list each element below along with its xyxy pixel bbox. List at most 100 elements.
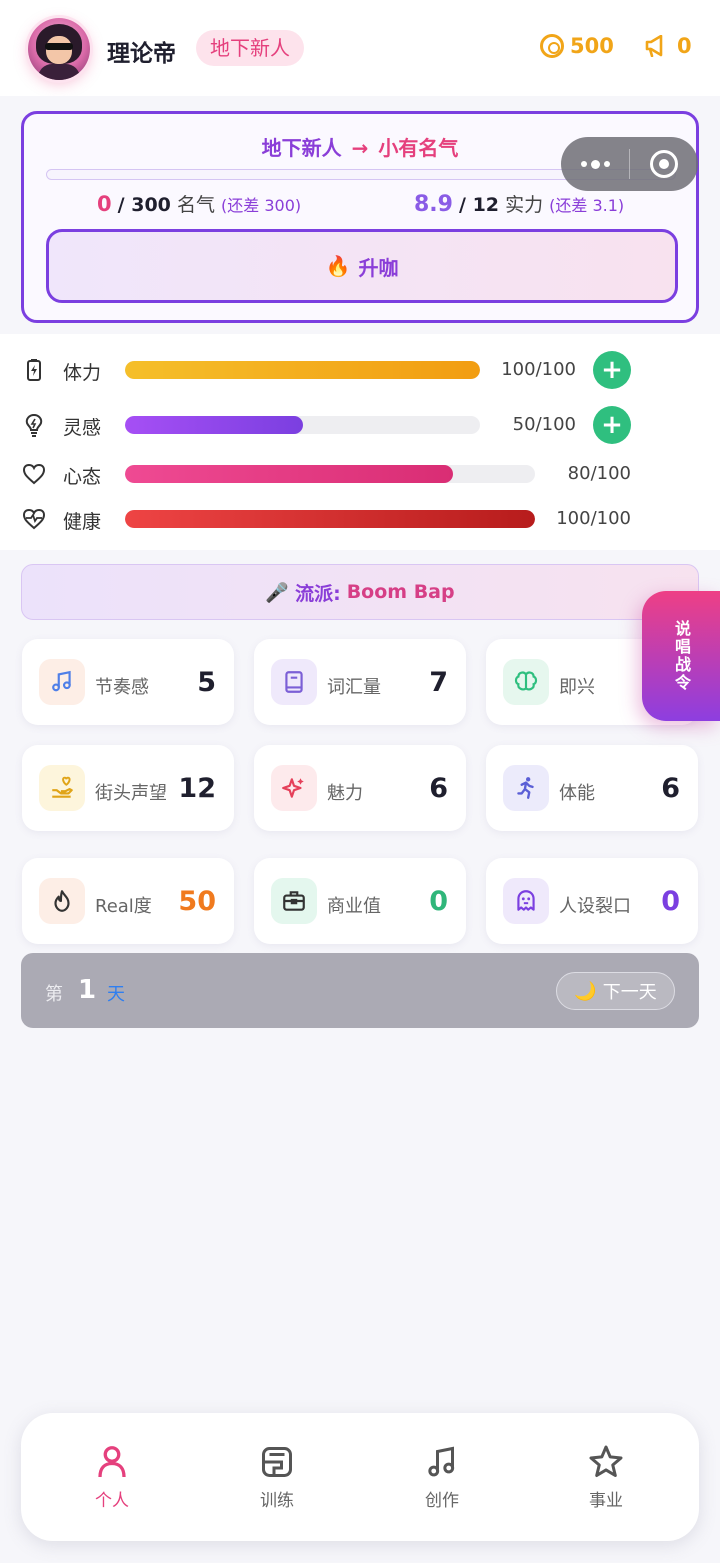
attribute-label: Real度	[95, 896, 152, 917]
attribute-value: 7	[429, 667, 448, 698]
next-rank: 小有名气	[378, 136, 459, 160]
player-name: 理论帝	[107, 41, 176, 67]
nav-label: 创作	[425, 1490, 459, 1511]
attribute-card[interactable]: 人设裂口 0	[486, 858, 698, 944]
star-icon	[589, 1445, 623, 1477]
person-icon	[98, 1445, 126, 1477]
vital-bar	[125, 510, 535, 528]
nav-label: 训练	[260, 1490, 294, 1511]
music-note-icon	[39, 659, 85, 705]
heartbeat-icon	[22, 508, 46, 530]
coin-count: 500	[570, 34, 614, 58]
vital-row: 健康 100/100	[0, 499, 720, 539]
power-total: / 12	[459, 194, 500, 216]
vital-value: 80/100	[567, 463, 631, 484]
vital-value: 50/100	[512, 414, 576, 435]
vitals-panel: 体力 100/100 + 灵感 50/100 + 心态 80/100 健康 100/100	[0, 334, 720, 550]
fame-total: / 300	[117, 194, 171, 216]
fame-label: 名气	[176, 194, 215, 216]
attribute-label: 魅力	[327, 783, 363, 804]
heart-icon	[22, 463, 46, 485]
nav-item[interactable]: 创作	[372, 1413, 512, 1541]
attribute-card[interactable]: 节奏感 5	[22, 639, 234, 725]
power-label: 实力	[505, 194, 544, 216]
arrow-icon: →	[351, 136, 369, 160]
more-menu-button[interactable]	[561, 137, 629, 191]
add-vital-button[interactable]: +	[593, 406, 631, 444]
vital-value: 100/100	[501, 359, 576, 380]
coin-icon	[540, 34, 564, 58]
promote-button[interactable]: 🔥 升咖	[46, 229, 678, 303]
ghost-icon	[503, 878, 549, 924]
attribute-value: 5	[197, 667, 216, 698]
vital-label: 心态	[63, 466, 102, 488]
rank-badge: 地下新人	[196, 30, 304, 66]
day-prefix: 第	[45, 984, 63, 1005]
microphone-icon: 🎤	[265, 581, 290, 604]
day-number: 1	[78, 975, 97, 1005]
attribute-label: 即兴	[559, 677, 595, 698]
attribute-card[interactable]: Real度 50	[22, 858, 234, 944]
fans-count[interactable]: 0	[645, 34, 692, 58]
rap-battle-pass-tab[interactable]: 说唱战令	[642, 591, 720, 721]
day-bar: 第 1 天 🌙 下一天	[21, 953, 699, 1028]
nav-item[interactable]: 事业	[536, 1413, 676, 1541]
bottom-nav: 个人 训练 创作 事业	[21, 1413, 699, 1541]
current-rank: 地下新人	[261, 136, 342, 160]
attribute-card[interactable]: 魅力 6	[254, 745, 466, 831]
flame-icon	[39, 878, 85, 924]
attribute-value: 50	[178, 886, 216, 917]
nav-item[interactable]: 个人	[42, 1413, 182, 1541]
vital-row: 心态 80/100	[0, 454, 720, 494]
attribute-value: 0	[429, 886, 448, 917]
attribute-card[interactable]: 词汇量 7	[254, 639, 466, 725]
avatar[interactable]	[28, 18, 90, 80]
add-vital-button[interactable]: +	[593, 351, 631, 389]
attribute-card[interactable]: 商业值 0	[254, 858, 466, 944]
promotion-section: 地下新人 → 小有名气 0 / 300 名气 (还差 300) 8.9 / 12 实…	[0, 96, 720, 334]
attribute-label: 词汇量	[327, 677, 381, 698]
attribute-card[interactable]: 街头声望 12	[22, 745, 234, 831]
briefcase-icon	[271, 878, 317, 924]
miniprogram-capsule	[561, 137, 698, 191]
coin-balance[interactable]: 500	[540, 34, 614, 58]
next-day-button[interactable]: 🌙 下一天	[556, 972, 675, 1010]
nav-item[interactable]: 训练	[207, 1413, 347, 1541]
attribute-label: 人设裂口	[559, 896, 631, 917]
attribute-label: 体能	[559, 783, 595, 804]
day-unit: 天	[107, 984, 125, 1005]
sparkle-icon	[271, 765, 317, 811]
hand-icon	[39, 765, 85, 811]
close-miniprogram-button[interactable]	[630, 137, 698, 191]
vital-bar	[125, 416, 480, 434]
runner-icon	[503, 765, 549, 811]
attribute-label: 商业值	[327, 896, 381, 917]
next-day-label: 下一天	[602, 982, 657, 1003]
fans-value: 0	[677, 34, 692, 58]
target-icon	[650, 150, 678, 178]
vital-row: 灵感 50/100 +	[0, 405, 720, 445]
book-icon	[271, 659, 317, 705]
attribute-card[interactable]: 体能 6	[486, 745, 698, 831]
attribute-label: 街头声望	[95, 783, 167, 804]
vital-bar	[125, 465, 535, 483]
vital-bar	[125, 361, 480, 379]
fame-current: 0	[97, 192, 112, 216]
attribute-value: 6	[429, 773, 448, 804]
vital-row: 体力 100/100 +	[0, 350, 720, 390]
vital-label: 体力	[63, 362, 102, 384]
attribute-value: 12	[178, 773, 216, 804]
lightbulb-icon	[25, 413, 43, 437]
vital-label: 健康	[63, 511, 102, 533]
genre-label: 流派:	[295, 582, 341, 605]
fame-progress: 0 / 300 名气 (还差 300)	[97, 190, 301, 217]
moon-icon: 🌙	[574, 980, 597, 1002]
vital-value: 100/100	[556, 508, 631, 529]
brain-icon	[503, 659, 549, 705]
attribute-value: 0	[661, 886, 680, 917]
attribute-label: 节奏感	[95, 677, 149, 698]
attribute-value: 6	[661, 773, 680, 804]
training-icon	[262, 1446, 292, 1477]
genre-banner: 🎤 流派: Boom Bap	[21, 564, 699, 620]
power-current: 8.9	[414, 192, 453, 217]
